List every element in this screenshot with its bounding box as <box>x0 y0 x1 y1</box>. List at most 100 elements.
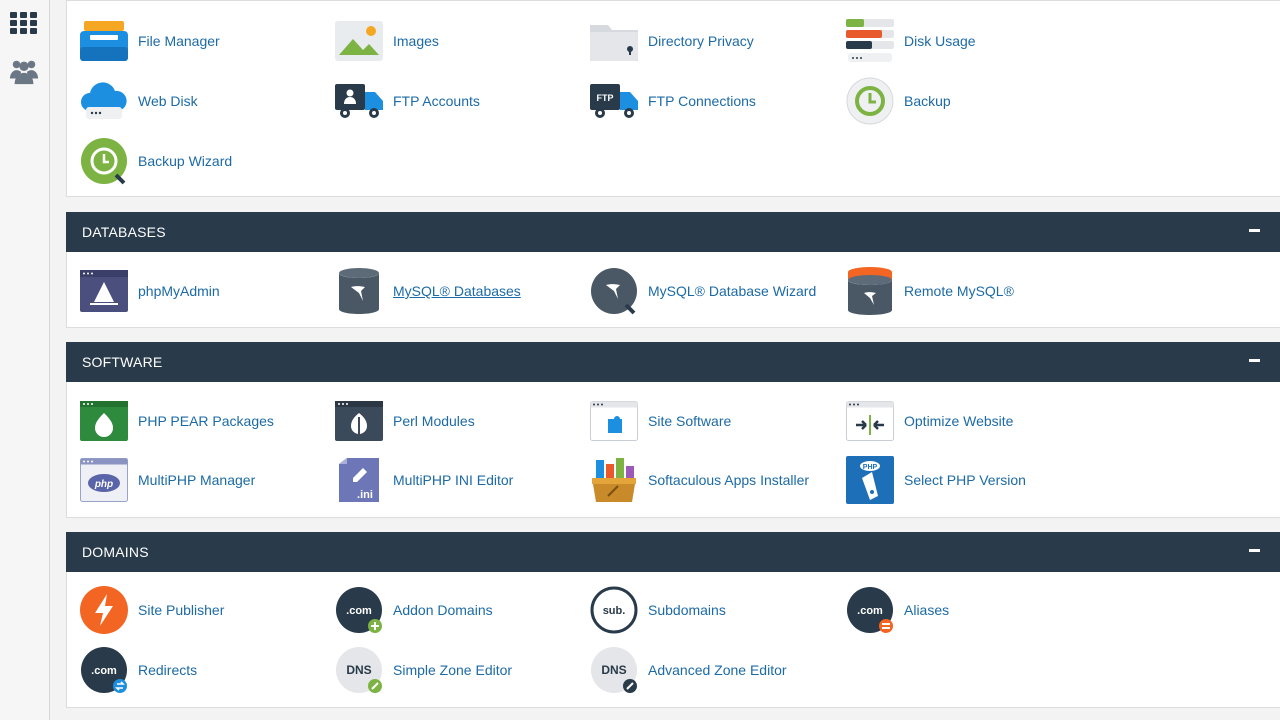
domains-collapse-icon[interactable] <box>1249 549 1260 552</box>
multiphp-ini-item[interactable]: .ini MultiPHP INI Editor <box>335 454 585 506</box>
advanced-zone-editor-icon: DNS <box>590 646 638 694</box>
svg-text:.ini: .ini <box>357 489 373 501</box>
svg-text:.com: .com <box>346 605 372 617</box>
software-title: SOFTWARE <box>82 354 163 370</box>
mysql-databases-item[interactable]: MySQL® Databases <box>335 265 585 317</box>
svg-text:sub.: sub. <box>603 605 626 617</box>
svg-text:FTP: FTP <box>597 93 614 103</box>
aliases-label: Aliases <box>904 602 950 618</box>
perl-modules-icon <box>335 397 383 445</box>
php-pear-item[interactable]: PHP PEAR Packages <box>80 395 330 447</box>
select-php-icon: PHP <box>846 456 894 504</box>
phpmyadmin-item[interactable]: phpMyAdmin <box>80 265 330 317</box>
subdomains-item[interactable]: sub. Subdomains <box>590 584 840 636</box>
site-software-item[interactable]: Site Software <box>590 395 840 447</box>
disk-usage-icon <box>846 17 894 65</box>
site-publisher-item[interactable]: Site Publisher <box>80 584 330 636</box>
aliases-item[interactable]: .com Aliases <box>846 584 1096 636</box>
ftp-accounts-icon <box>335 77 383 125</box>
backup-icon <box>846 77 894 125</box>
multiphp-manager-icon: php <box>80 456 128 504</box>
backup-wizard-item[interactable]: Backup Wizard <box>80 135 330 187</box>
multiphp-ini-label: MultiPHP INI Editor <box>393 472 514 488</box>
svg-text:php: php <box>94 479 113 490</box>
simple-zone-editor-label: Simple Zone Editor <box>393 662 513 678</box>
phpmyadmin-icon <box>80 267 128 315</box>
perl-modules-label: Perl Modules <box>393 413 475 429</box>
phpmyadmin-label: phpMyAdmin <box>138 283 220 299</box>
disk-usage-label: Disk Usage <box>904 33 976 49</box>
mysql-wizard-icon <box>590 267 638 315</box>
file-manager-item[interactable]: File Manager <box>80 15 330 67</box>
file-manager-label: File Manager <box>138 33 220 49</box>
softaculous-item[interactable]: Softaculous Apps Installer <box>590 454 840 506</box>
site-software-icon <box>590 397 638 445</box>
subdomains-label: Subdomains <box>648 602 726 618</box>
domains-header[interactable]: DOMAINS <box>66 532 1280 572</box>
apps-grid-icon[interactable] <box>9 8 39 38</box>
select-php-label: Select PHP Version <box>904 472 1026 488</box>
ftp-accounts-label: FTP Accounts <box>393 93 480 109</box>
sidebar <box>0 0 50 720</box>
databases-header[interactable]: DATABASES <box>66 212 1280 252</box>
directory-privacy-label: Directory Privacy <box>648 33 754 49</box>
ftp-connections-label: FTP Connections <box>648 93 756 109</box>
web-disk-label: Web Disk <box>138 93 198 109</box>
backup-item[interactable]: Backup <box>846 75 1096 127</box>
redirects-label: Redirects <box>138 662 198 678</box>
databases-collapse-icon[interactable] <box>1249 229 1260 232</box>
svg-text:DNS: DNS <box>346 663 371 677</box>
mysql-wizard-item[interactable]: MySQL® Database Wizard <box>590 265 840 317</box>
software-header[interactable]: SOFTWARE <box>66 342 1280 382</box>
svg-text:DNS: DNS <box>601 663 626 677</box>
backup-wizard-label: Backup Wizard <box>138 153 233 169</box>
addon-domains-icon: .com <box>335 586 383 634</box>
advanced-zone-editor-item[interactable]: DNS Advanced Zone Editor <box>590 644 840 696</box>
remote-mysql-label: Remote MySQL® <box>904 283 1014 299</box>
redirects-item[interactable]: .com Redirects <box>80 644 330 696</box>
aliases-icon: .com <box>846 586 894 634</box>
multiphp-ini-icon: .ini <box>335 456 383 504</box>
softaculous-label: Softaculous Apps Installer <box>648 472 810 488</box>
optimize-website-label: Optimize Website <box>904 413 1014 429</box>
domains-title: DOMAINS <box>82 544 149 560</box>
simple-zone-editor-item[interactable]: DNS Simple Zone Editor <box>335 644 585 696</box>
file-manager-icon <box>80 17 128 65</box>
software-collapse-icon[interactable] <box>1249 359 1260 362</box>
images-icon <box>335 17 383 65</box>
mysql-databases-label: MySQL® Databases <box>393 283 521 299</box>
site-publisher-icon <box>80 586 128 634</box>
addon-domains-item[interactable]: .com Addon Domains <box>335 584 585 636</box>
svg-text:.com: .com <box>91 665 117 677</box>
mysql-wizard-label: MySQL® Database Wizard <box>648 283 817 299</box>
multiphp-manager-label: MultiPHP Manager <box>138 472 256 488</box>
main-content: File Manager Images Directory Privacy Di… <box>50 0 1280 720</box>
multiphp-manager-item[interactable]: php MultiPHP Manager <box>80 454 330 506</box>
ftp-connections-item[interactable]: FTP FTP Connections <box>590 75 840 127</box>
images-item[interactable]: Images <box>335 15 585 67</box>
mysql-databases-icon <box>335 267 383 315</box>
directory-privacy-item[interactable]: Directory Privacy <box>590 15 840 67</box>
remote-mysql-item[interactable]: Remote MySQL® <box>846 265 1096 317</box>
site-publisher-label: Site Publisher <box>138 602 225 618</box>
ftp-connections-icon: FTP <box>590 77 638 125</box>
php-pear-icon <box>80 397 128 445</box>
users-icon[interactable] <box>9 56 39 86</box>
ftp-accounts-item[interactable]: FTP Accounts <box>335 75 585 127</box>
directory-privacy-icon <box>590 17 638 65</box>
optimize-website-item[interactable]: Optimize Website <box>846 395 1096 447</box>
optimize-website-icon <box>846 397 894 445</box>
advanced-zone-editor-label: Advanced Zone Editor <box>648 662 787 678</box>
backup-label: Backup <box>904 93 951 109</box>
web-disk-item[interactable]: Web Disk <box>80 75 330 127</box>
svg-text:PHP: PHP <box>863 464 878 471</box>
site-software-label: Site Software <box>648 413 732 429</box>
redirects-icon: .com <box>80 646 128 694</box>
select-php-item[interactable]: PHP Select PHP Version <box>846 454 1096 506</box>
php-pear-label: PHP PEAR Packages <box>138 413 274 429</box>
web-disk-icon <box>80 77 128 125</box>
disk-usage-item[interactable]: Disk Usage <box>846 15 1096 67</box>
perl-modules-item[interactable]: Perl Modules <box>335 395 585 447</box>
backup-wizard-icon <box>80 137 128 185</box>
remote-mysql-icon <box>846 267 894 315</box>
